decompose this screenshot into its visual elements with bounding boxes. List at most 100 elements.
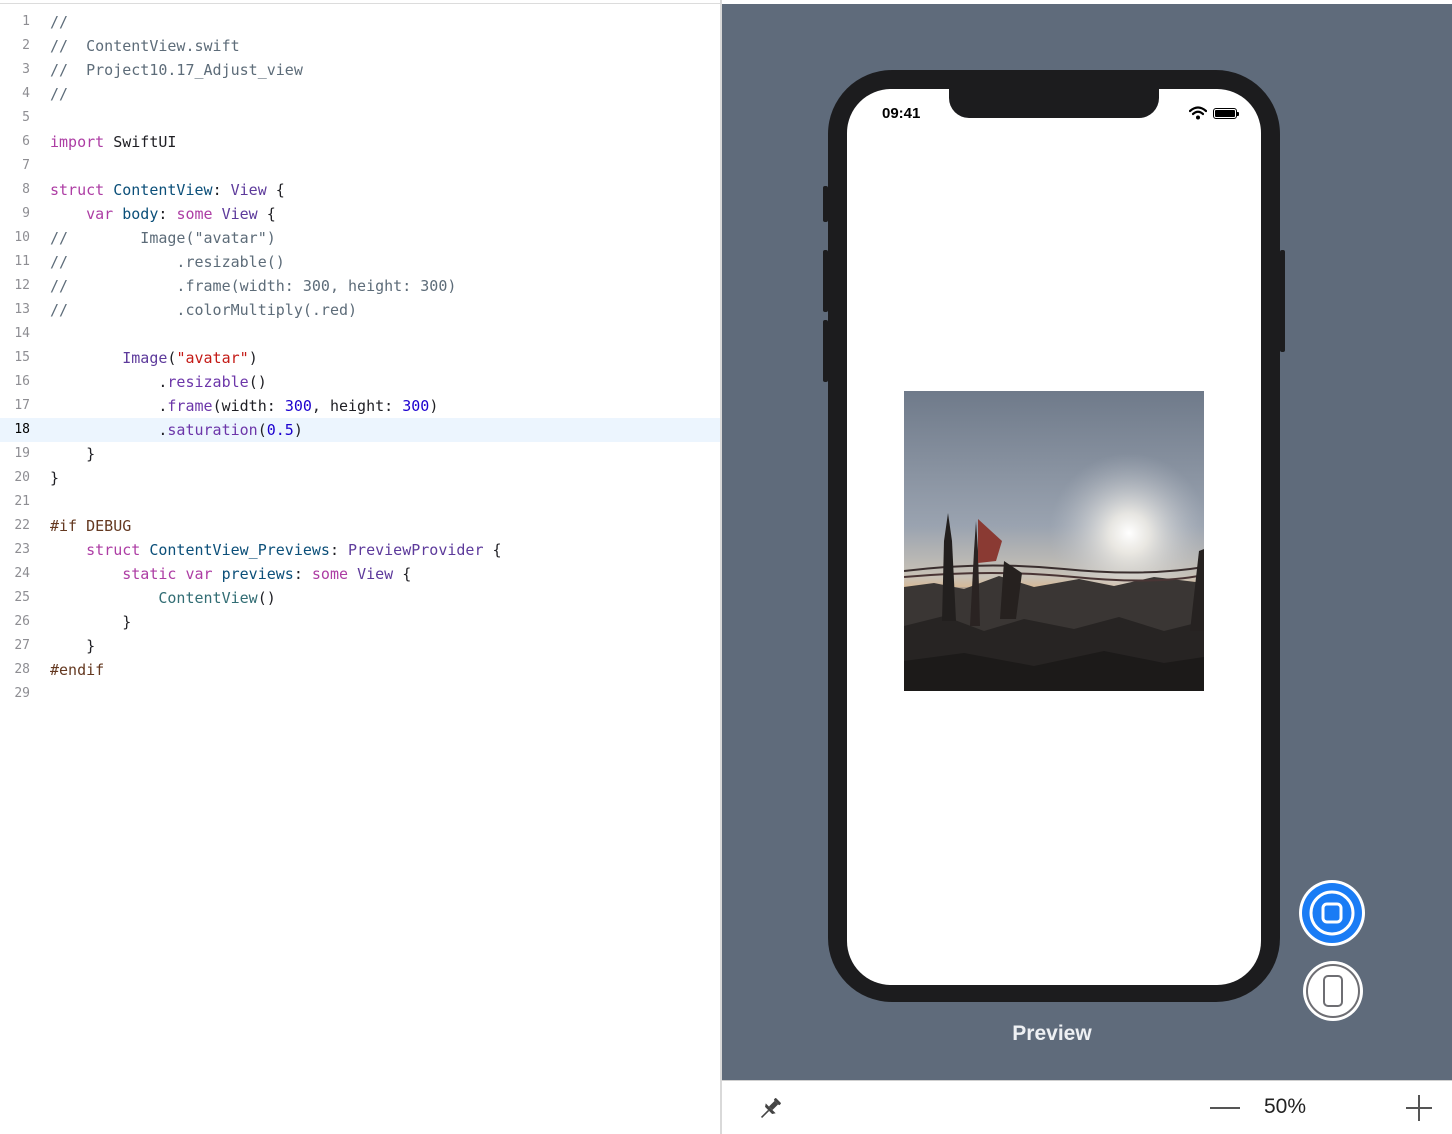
code-line[interactable]: 12 // .frame(width: 300, height: 300) <box>0 274 720 298</box>
code-line[interactable]: 5 <box>0 106 720 130</box>
code-text: .frame(width: 300, height: 300) <box>50 394 438 418</box>
code-token: 300 <box>402 397 430 415</box>
code-text: } <box>50 466 59 490</box>
code-line[interactable]: 7 <box>0 154 720 178</box>
code-token: import <box>50 133 105 151</box>
code-line[interactable]: 14 <box>0 322 720 346</box>
code-line[interactable]: 6 import SwiftUI <box>0 130 720 154</box>
code-token: : <box>158 205 177 223</box>
code-token: : <box>212 181 231 199</box>
code-token: var <box>86 205 114 223</box>
code-token: 300 <box>284 397 312 415</box>
code-token: // <box>50 85 69 103</box>
line-number: 29 <box>14 686 30 701</box>
code-text: // <box>50 82 68 106</box>
code-line[interactable]: 11 // .resizable() <box>0 250 720 274</box>
line-number: 3 <box>22 62 30 77</box>
code-token: : <box>293 565 312 583</box>
code-line[interactable]: 22 #if DEBUG <box>0 514 720 538</box>
code-line[interactable]: 20} <box>0 466 720 490</box>
code-token: 0.5 <box>266 421 294 439</box>
code-line[interactable]: 21 <box>0 490 720 514</box>
line-number: 27 <box>14 638 30 653</box>
line-number: 14 <box>14 326 30 341</box>
line-number: 10 <box>14 230 30 245</box>
code-token: { <box>266 181 285 199</box>
code-token: () <box>257 589 276 607</box>
pin-icon[interactable] <box>756 1095 784 1123</box>
line-number: 22 <box>14 518 30 533</box>
code-text: import SwiftUI <box>50 130 176 154</box>
code-token: ContentView_Previews <box>149 541 330 559</box>
line-number: 16 <box>14 374 30 389</box>
code-editor[interactable]: 1 // 2 // ContentView.swift 3 // Project10.17… <box>0 4 720 1134</box>
code-text: // Project10.17_Adjust_view <box>50 58 303 82</box>
code-token: // <box>50 13 69 31</box>
line-number: 24 <box>14 566 30 581</box>
code-line[interactable]: 15 Image("avatar") <box>0 346 720 370</box>
code-token: // .frame(width: 300, height: 300) <box>50 277 457 295</box>
code-line[interactable]: 17 .frame(width: 300, height: 300) <box>0 394 720 418</box>
code-token: body <box>122 205 159 223</box>
code-text: static var previews: some View { <box>50 562 411 586</box>
line-number: 28 <box>14 662 30 677</box>
line-number: 20 <box>14 470 30 485</box>
code-text: } <box>50 610 131 634</box>
code-token: struct <box>86 541 141 559</box>
code-line[interactable]: 19 } <box>0 442 720 466</box>
code-token: var <box>185 565 213 583</box>
code-text: } <box>50 634 95 658</box>
code-line[interactable]: 4 // <box>0 82 720 106</box>
code-token: ContentView <box>158 589 258 607</box>
line-number: 19 <box>14 446 30 461</box>
code-token: // Project10.17_Adjust_view <box>50 61 303 79</box>
code-line[interactable]: 29 <box>0 682 720 706</box>
code-token: previews <box>221 565 294 583</box>
code-line[interactable]: 18 .saturation(0.5) <box>0 418 720 442</box>
code-text: #endif <box>50 658 104 682</box>
code-text: ContentView() <box>50 586 276 610</box>
line-number: 21 <box>14 494 30 509</box>
volume-down-button <box>823 320 828 382</box>
line-number: 18 <box>14 422 30 437</box>
wifi-icon <box>1189 106 1207 120</box>
code-line[interactable]: 25 ContentView() <box>0 586 720 610</box>
code-line[interactable]: 24 static var previews: some View { <box>0 562 720 586</box>
code-token: (width: <box>212 397 285 415</box>
code-line[interactable]: 13 // .colorMultiply(.red) <box>0 298 720 322</box>
code-token: static <box>122 565 177 583</box>
device-preview-button[interactable] <box>1302 960 1364 1022</box>
code-text: #if DEBUG <box>50 514 131 538</box>
code-token: , height: <box>311 397 403 415</box>
code-line[interactable]: 23 struct ContentView_Previews: PreviewP… <box>0 538 720 562</box>
line-number: 26 <box>14 614 30 629</box>
code-line[interactable]: 2 // ContentView.swift <box>0 34 720 58</box>
code-token: } <box>50 637 96 655</box>
code-line[interactable]: 9 var body: some View { <box>0 202 720 226</box>
zoom-level[interactable]: 50% <box>1252 1095 1318 1119</box>
code-token: } <box>50 445 96 463</box>
code-line[interactable]: 1 // <box>0 10 720 34</box>
code-token: frame <box>167 397 213 415</box>
code-line[interactable]: 26 } <box>0 610 720 634</box>
code-token: : <box>329 541 349 559</box>
code-line[interactable]: 27 } <box>0 634 720 658</box>
code-line[interactable]: 16 .resizable() <box>0 370 720 394</box>
code-text: // <box>50 10 68 34</box>
code-line[interactable]: 3 // Project10.17_Adjust_view <box>0 58 720 82</box>
code-token: // .resizable() <box>50 253 285 271</box>
zoom-in-icon[interactable] <box>1406 1095 1432 1121</box>
code-token: "avatar" <box>176 349 249 367</box>
code-line[interactable]: 10 // Image("avatar") <box>0 226 720 250</box>
code-line[interactable]: 8 struct ContentView: View { <box>0 178 720 202</box>
code-line[interactable]: 28 #endif <box>0 658 720 682</box>
code-token: SwiftUI <box>104 133 177 151</box>
live-preview-button[interactable] <box>1298 879 1366 947</box>
line-number: 11 <box>14 254 30 269</box>
zoom-out-icon[interactable] <box>1210 1107 1240 1109</box>
code-text: // ContentView.swift <box>50 34 240 58</box>
